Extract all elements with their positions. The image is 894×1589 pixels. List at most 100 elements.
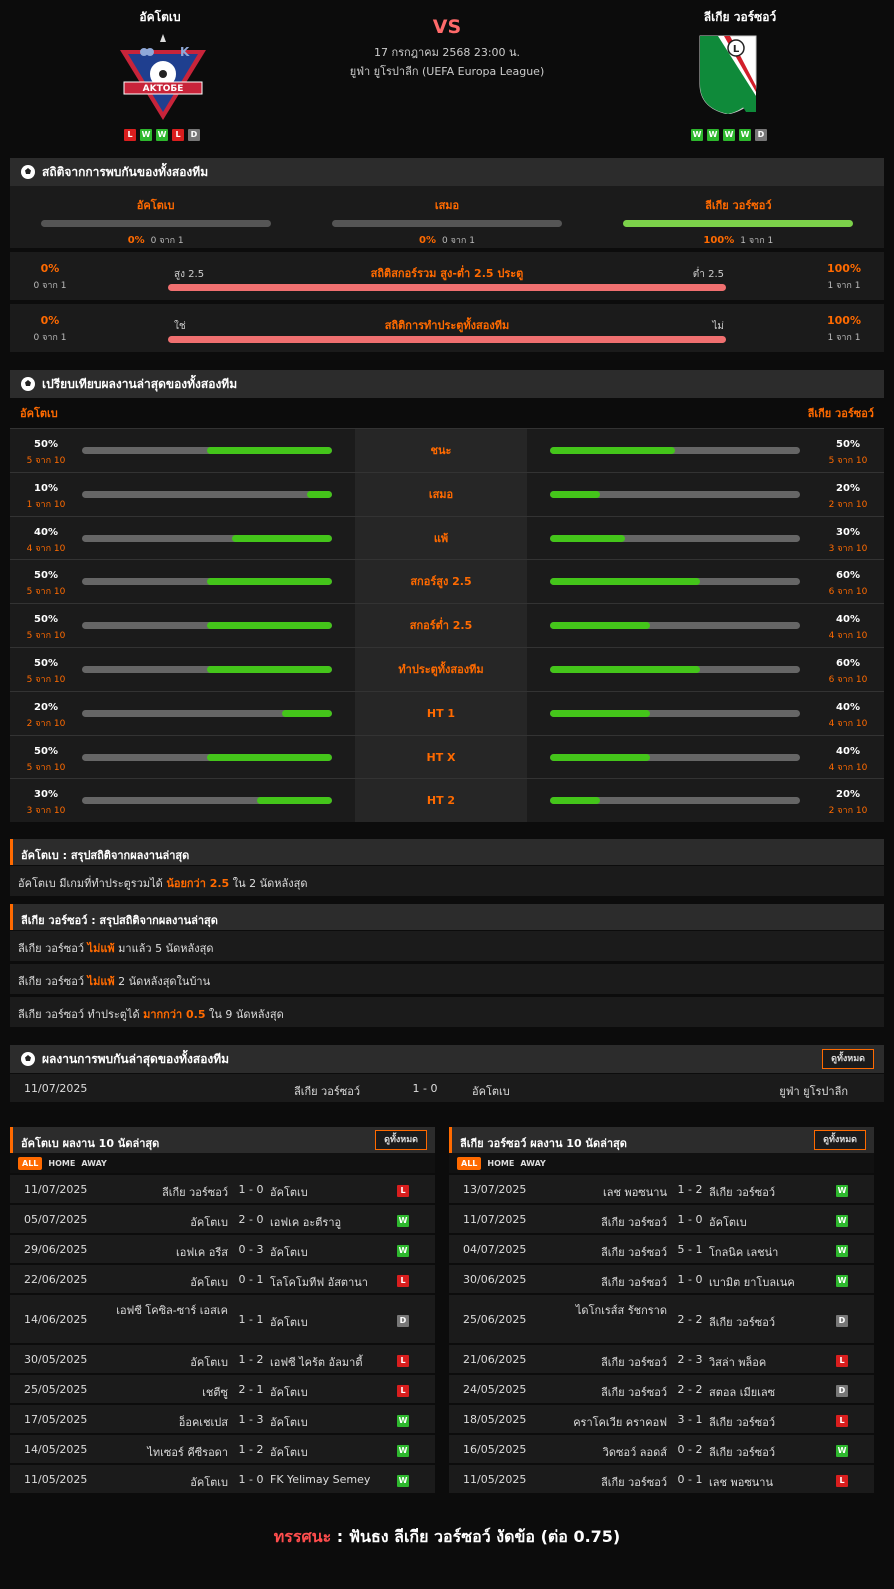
home-team-logo[interactable]: AKTOБE K: [118, 32, 208, 120]
tab-away[interactable]: AWAY: [81, 1159, 107, 1168]
away-pct: 20%: [836, 789, 860, 801]
match-row[interactable]: 29/06/2025 เอฟเค อรีส 0 - 3 อัคโตเบ W: [10, 1233, 435, 1263]
tab-home[interactable]: HOME: [487, 1159, 514, 1168]
match-row[interactable]: 13/07/2025 เลช พอซนาน 1 - 2 ลีเกีย วอร์ซ…: [449, 1173, 874, 1203]
match-row[interactable]: 11/05/2025 อัคโตเบ 1 - 0 FK Yelimay Seme…: [10, 1463, 435, 1493]
match-home: ลีเกีย วอร์ซอว์: [600, 1476, 667, 1489]
home-sub: 5 จาก 10: [26, 675, 66, 685]
h2h-col-label: เสมอ: [434, 199, 460, 212]
compare-row: 40% 4 จาก 10 แพ้ 30% 3 จาก 10: [10, 515, 884, 560]
away-sub: 4 จาก 10: [828, 718, 868, 729]
match-away: เอฟซี ไคร้ต อัลมาตี้: [270, 1356, 363, 1369]
btts-bar: [168, 336, 726, 343]
match-date: 11/07/2025: [463, 1213, 527, 1226]
btts-panel: 0% 0 จาก 1 สถิติการทำประตูทั้งสองทีม ใช่ …: [10, 304, 884, 352]
verdict-label: ทรรศนะ: [273, 1527, 332, 1546]
result-badge: W: [836, 1185, 848, 1197]
match-row[interactable]: 11/07/2025 ลีเกีย วอร์ซอว์ 1 - 0 อัคโตเบ…: [449, 1203, 874, 1233]
match-row[interactable]: 25/05/2025 เชตีซู 2 - 1 อัคโตเบ L: [10, 1373, 435, 1403]
home-pct: 50%: [34, 745, 58, 757]
match-row[interactable]: 24/05/2025 ลีเกีย วอร์ซอว์ 2 - 2 สตอล เม…: [449, 1373, 874, 1403]
match-row[interactable]: 30/06/2025 ลีเกีย วอร์ซอว์ 1 - 0 เบามิต …: [449, 1263, 874, 1293]
home-bar: [82, 490, 332, 498]
compare-label: สกอร์สูง 2.5: [355, 560, 527, 604]
view-all-button[interactable]: ดูทั้งหมด: [814, 1130, 866, 1150]
tab-away[interactable]: AWAY: [520, 1159, 546, 1168]
match-row[interactable]: 22/06/2025 อัคโตเบ 0 - 1 โลโคโมทีฟ อัสตา…: [10, 1263, 435, 1293]
compare-home-name: อัคโตเบ: [20, 407, 58, 420]
h2h-section-header: สถิติจากการพบกันของทั้งสองทีม: [10, 158, 884, 186]
compare-label: HT X: [355, 735, 527, 779]
summary-text: ใน 9 นัดหลังสุด: [205, 1008, 284, 1021]
match-row[interactable]: 17/05/2025 อ็อคเชเปส 1 - 3 อัคโตเบ W: [10, 1403, 435, 1433]
result-badge: L: [397, 1275, 409, 1287]
btts-right-sub: 1 จาก 1: [827, 333, 861, 343]
btts-right-label: ไม่: [712, 321, 724, 332]
home-sub: 4 จาก 10: [26, 543, 66, 554]
view-all-button[interactable]: ดูทั้งหมด: [822, 1049, 874, 1069]
match-row[interactable]: 14/06/2025 เอฟซี โคซิล-ซาร์ เอสเค 1 - 1 …: [10, 1293, 435, 1343]
tab-all[interactable]: ALL: [457, 1156, 482, 1170]
result-badge: W: [397, 1445, 409, 1457]
match-row[interactable]: 14/05/2025 ไทเซอร์ คีซีรอดา 1 - 2 อัคโตเ…: [10, 1433, 435, 1463]
match-row[interactable]: 25/06/2025 ไดโกเรส์ส รัชกราด 2 - 2 ลีเกี…: [449, 1293, 874, 1343]
compare-away-name: ลีเกีย วอร์ซอว์: [807, 407, 874, 420]
match-row[interactable]: 11/05/2025 ลีเกีย วอร์ซอว์ 0 - 1 เลช พอซ…: [449, 1463, 874, 1493]
tab-home[interactable]: HOME: [48, 1159, 75, 1168]
home-sub: 5 จาก 10: [26, 762, 66, 773]
away-bar: [550, 534, 800, 542]
match-date: 14/05/2025: [24, 1443, 88, 1456]
football-icon: [21, 1052, 35, 1066]
away-bar-fill: [550, 490, 600, 498]
match-date: 30/06/2025: [463, 1273, 527, 1286]
away-summary-line: ลีเกีย วอร์ซอว์ ไม่แพ้ 2 นัดหลังสุดในบ้า…: [10, 964, 884, 994]
away-bar: [550, 709, 800, 717]
away-form-badges: WWWWD: [691, 129, 767, 141]
btts-left-label: ใช่: [174, 321, 186, 332]
away-sub: 6 จาก 10: [828, 587, 868, 598]
match-row[interactable]: 11/07/2025 ลีเกีย วอร์ซอว์ 1 - 0 อัคโตเบ…: [10, 1173, 435, 1203]
away-pct: 40%: [836, 745, 860, 757]
home-bar: [82, 709, 332, 717]
compare-label: ทำประตูทั้งสองทีม: [355, 648, 527, 691]
h2h-col-label: ลีเกีย วอร์ซอว์: [705, 199, 772, 212]
compare-label: HT 2: [355, 779, 527, 823]
away-bar-fill: [550, 666, 700, 673]
home-bar-fill: [257, 797, 332, 805]
away-sub: 4 จาก 10: [828, 631, 868, 642]
match-home: ลีเกีย วอร์ซอว์: [161, 1186, 228, 1199]
match-away: เอฟเค อะตีราอู: [270, 1216, 342, 1229]
summary-text: ลีเกีย วอร์ซอว์: [18, 975, 88, 988]
match-row[interactable]: 21/06/2025 ลีเกีย วอร์ซอว์ 2 - 3 วิสล่า …: [449, 1343, 874, 1373]
compare-team-labels: อัคโตเบ ลีเกีย วอร์ซอว์: [10, 398, 884, 428]
match-row[interactable]: 04/07/2025 ลีเกีย วอร์ซอว์ 5 - 1 โกลนิค …: [449, 1233, 874, 1263]
away-team-logo[interactable]: L: [698, 34, 758, 114]
home-bar-fill: [307, 490, 332, 498]
tab-all[interactable]: ALL: [18, 1156, 43, 1170]
match-away: อัคโตเบ: [270, 1246, 308, 1259]
match-home: ลีเกีย วอร์ซอว์: [600, 1276, 667, 1289]
result-badge: W: [836, 1245, 848, 1257]
away-sub: 5 จาก 10: [828, 456, 868, 466]
view-all-button[interactable]: ดูทั้งหมด: [375, 1130, 427, 1150]
away-bar: [550, 666, 800, 673]
result-badge: L: [397, 1355, 409, 1367]
away-sub: 4 จาก 10: [828, 762, 868, 773]
h2h-match-row[interactable]: 11/07/2025 ลีเกีย วอร์ซอว์ 1 - 0 อัคโตเบ…: [10, 1074, 884, 1102]
result-badge: D: [836, 1385, 848, 1397]
match-row[interactable]: 05/07/2025 อัคโตเบ 2 - 0 เอฟเค อะตีราอู …: [10, 1203, 435, 1233]
match-away: เลช พอซนาน: [709, 1476, 774, 1489]
summary-text: 2 นัดหลังสุดในบ้าน: [114, 975, 211, 988]
home-bar-fill: [232, 534, 332, 542]
summary-text: ลีเกีย วอร์ซอว์ ทำประตูได้: [18, 1008, 144, 1021]
match-away: FK Yelimay Semey: [270, 1473, 371, 1486]
match-row[interactable]: 18/05/2025 คราโคเวีย คราคอฟ 3 - 1 ลีเกีย…: [449, 1403, 874, 1433]
away-bar: [550, 578, 800, 586]
match-row[interactable]: 30/05/2025 อัคโตเบ 1 - 2 เอฟซี ไคร้ต อัล…: [10, 1343, 435, 1373]
h2h-home-win: อัคโตเบ 0% 0 จาก 1: [10, 186, 301, 248]
home-bar: [82, 797, 332, 805]
match-home: อัคโตเบ: [190, 1276, 228, 1289]
home-pct: 50%: [34, 658, 58, 669]
verdict: ทรรศนะ : ฟันธง ลีเกีย วอร์ซอว์ งัดข้อ (ต…: [0, 1525, 894, 1550]
match-row[interactable]: 16/05/2025 วิดซอว์ ลอดส์ 0 - 2 ลีเกีย วอ…: [449, 1433, 874, 1463]
